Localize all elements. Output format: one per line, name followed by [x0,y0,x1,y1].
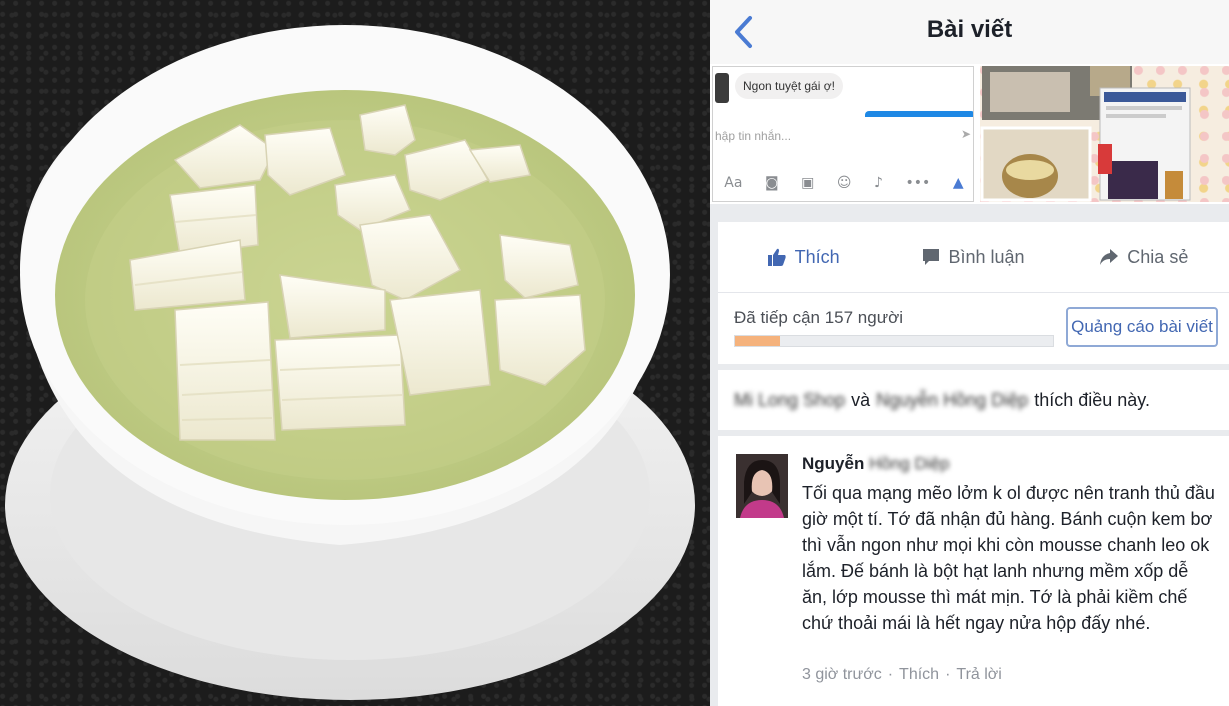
chat-input-placeholder: hập tin nhắn... [715,129,792,143]
chat-message-bubble: Ngon tuyệt gái ợ! [735,73,843,99]
thumbs-up-icon [767,248,786,266]
comment-time: 3 giờ trước [802,666,882,683]
emoji-icon: ☺ [836,175,852,191]
post-action-bar: Thích Bình luận Chia sẻ [718,222,1229,292]
more-icon: ••• [905,175,931,191]
meta-separator: · [945,666,951,683]
chat-toolbar: Aa ◙ ▣ ☺ ♪ ••• ▲ [713,171,973,195]
reach-progress-fill [735,336,780,346]
like-button[interactable]: Thích [718,247,888,268]
like-label: Thích [794,246,840,267]
commenter-avatar[interactable] [736,454,788,518]
commenter-name[interactable]: Nguyễn Hồng Diệp [802,454,949,474]
dessert-bowl-illustration [5,25,695,700]
comment-button[interactable]: Bình luận [888,247,1058,268]
send-icon: ➤ [961,127,972,141]
likes-summary[interactable]: Mi Long Shop và Nguyễn Hồng Diệp thích đ… [718,370,1229,430]
share-icon [1100,249,1119,265]
post-reach-section: Đã tiếp cận 157 người Quảng cáo bài viết [718,292,1229,364]
page-title: Bài viết [926,16,1013,43]
top-navigation-bar: Bài viết [710,0,1229,64]
collage-thumbnails [980,66,1191,202]
comment-icon [923,249,940,265]
text-format-icon: Aa [724,175,743,191]
liker-name-2: Nguyễn Hồng Diệp [876,389,1029,410]
share-button[interactable]: Chia sẻ [1059,247,1229,268]
avatar-photo [736,454,788,518]
chat-outgoing-bubble-edge [865,111,973,117]
boost-post-button[interactable]: Quảng cáo bài viết [1066,307,1218,347]
comment-meta: 3 giờ trước · Thích · Trả lời [802,666,1002,684]
reach-count-text: Đã tiếp cận 157 người [734,308,904,327]
chat-avatar [715,73,729,103]
comment-item: Nguyễn Hồng Diệp Tối qua mạng mẽo lởm k … [718,436,1229,706]
gallery-icon: ▣ [801,175,815,191]
comment-label: Bình luận [948,246,1025,267]
facebook-post-panel: Bài viết Ngon tuyệt gái ợ! hập tin nhắn.… [710,0,1229,706]
likes-connector: và [851,389,871,410]
chat-screenshot-image: Ngon tuyệt gái ợ! hập tin nhắn... ➤ Aa ◙… [712,66,974,202]
post-image-collage[interactable]: Ngon tuyệt gái ợ! hập tin nhắn... ➤ Aa ◙… [710,64,1229,204]
comment-like-link[interactable]: Thích [899,666,939,684]
like-icon: ▲ [952,175,964,191]
meta-separator: · [887,666,894,683]
camera-icon: ◙ [764,175,779,191]
comment-reply-link[interactable]: Trả lời [956,666,1001,684]
photo-collage-image [980,66,1229,202]
dessert-photo [0,0,710,706]
commenter-last-name: Hồng Diệp [869,454,950,473]
share-label: Chia sẻ [1127,246,1189,267]
comment-text: Tối qua mạng mẽo lởm k ol được nên tranh… [802,483,1215,633]
mic-icon: ♪ [874,175,883,191]
liker-name-1: Mi Long Shop [734,389,846,410]
likes-suffix: thích điều này. [1034,389,1150,410]
reach-progress-bar [734,335,1054,347]
commenter-first-name: Nguyễn [802,454,865,473]
